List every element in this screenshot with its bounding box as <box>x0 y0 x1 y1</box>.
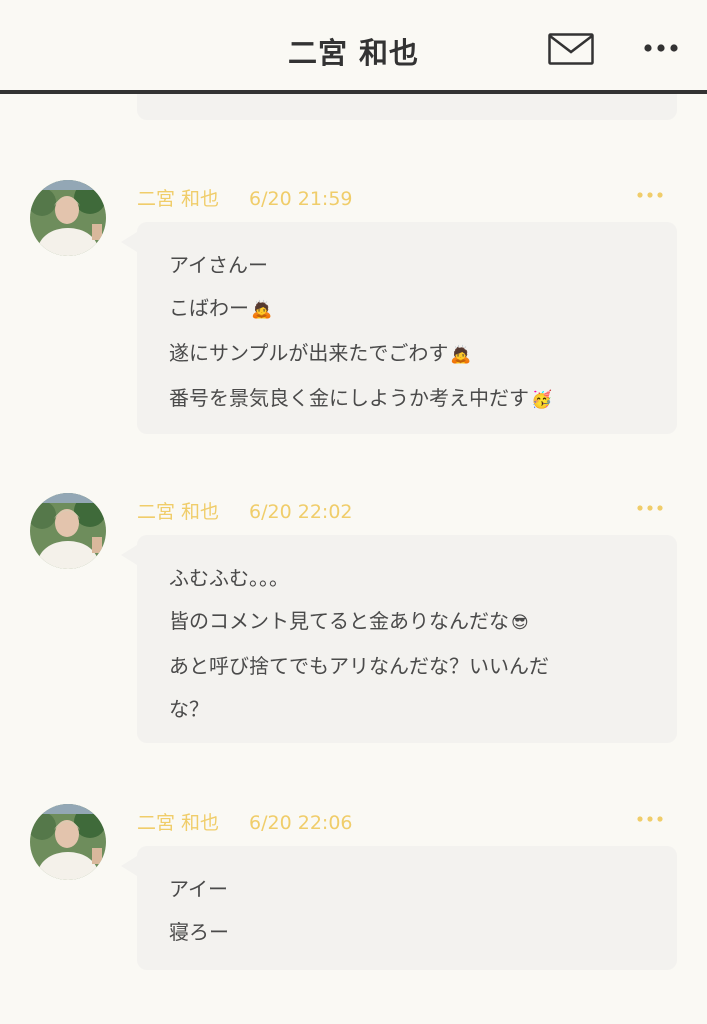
avatar[interactable] <box>30 180 106 256</box>
message-time: 6/20 22:02 <box>249 501 353 523</box>
bowing-emoji-icon: 🙇 <box>251 300 273 320</box>
sender-name: 二宮 和也 <box>137 188 220 210</box>
message-line: ふむふむ。。。 <box>169 566 289 590</box>
previous-message-bubble <box>137 94 677 120</box>
message-bubble: アイー 寝ろー <box>121 846 677 970</box>
message-time: 6/20 21:59 <box>249 188 353 210</box>
header-bar: 二宮 和也 <box>0 0 707 94</box>
message-line: あと呼び捨てでもアリなんだな？いいんだ <box>169 654 549 678</box>
page-title: 二宮 和也 <box>287 36 420 70</box>
avatar[interactable] <box>30 804 106 880</box>
message-bubble: アイさんー こばわー 🙇 遂にサンプルが出来たでごわす 🙇 番号を景気良く金にしよう… <box>121 222 677 434</box>
envelope-icon[interactable] <box>548 33 594 65</box>
message-line: 番号を景気良く金にしようか考え中だす 🥳 <box>169 386 553 410</box>
message-meta: 二宮 和也 6/20 22:06 <box>137 808 353 835</box>
message-line: こばわー 🙇 <box>169 296 273 320</box>
sender-name: 二宮 和也 <box>137 812 220 834</box>
party-face-emoji-icon: 🥳 <box>531 390 553 410</box>
message-line: な？ <box>169 697 209 721</box>
message-line: 皆のコメント見てると金ありなんだな 😎 <box>169 609 529 633</box>
message-more-icon[interactable] <box>636 190 664 200</box>
sender-name: 二宮 和也 <box>137 501 220 523</box>
avatar[interactable] <box>30 493 106 569</box>
message-meta: 二宮 和也 6/20 21:59 <box>137 184 353 211</box>
message-line: アイさんー <box>169 253 268 277</box>
message-line: アイー <box>169 877 228 901</box>
message-bubble: ふむふむ。。。 皆のコメント見てると金ありなんだな 😎 あと呼び捨てでもアリなんだ… <box>121 535 677 743</box>
sunglasses-emoji-icon: 😎 <box>511 613 529 633</box>
bowing-emoji-icon: 🙇 <box>450 345 472 365</box>
message-time: 6/20 22:06 <box>249 812 353 834</box>
ellipsis-icon[interactable] <box>643 40 679 56</box>
message-line: 遂にサンプルが出来たでごわす 🙇 <box>169 341 472 365</box>
message-meta: 二宮 和也 6/20 22:02 <box>137 497 353 524</box>
message-more-icon[interactable] <box>636 503 664 513</box>
message-more-icon[interactable] <box>636 814 664 824</box>
message-line: 寝ろー <box>169 920 229 944</box>
